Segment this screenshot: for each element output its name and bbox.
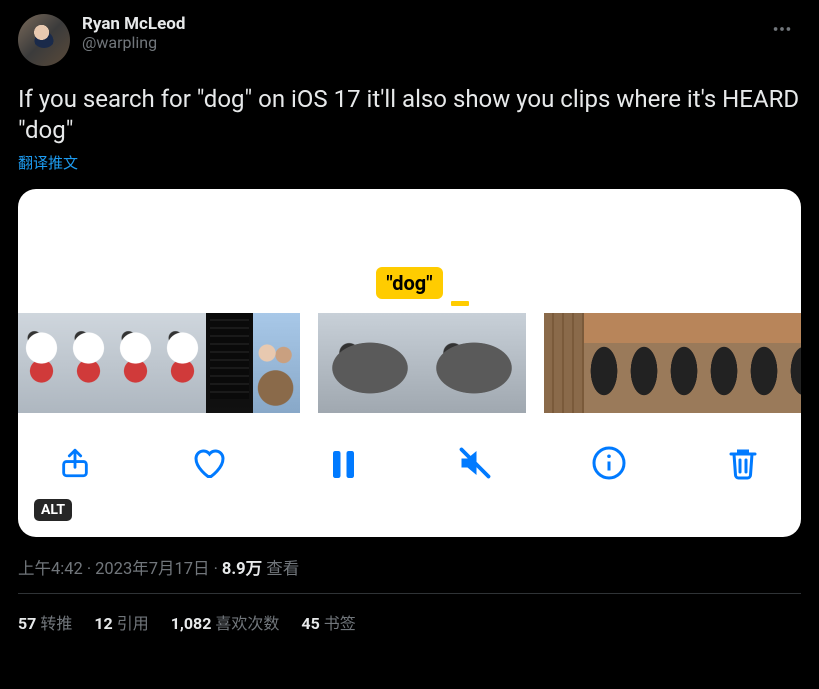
thumbnail	[624, 313, 664, 413]
handle: @warpling	[82, 33, 763, 52]
likes-stat[interactable]: 1,082喜欢次数	[171, 610, 280, 634]
playhead-marker	[451, 301, 469, 306]
thumbnail	[744, 313, 784, 413]
tweet-container: Ryan McLeod @warpling If you search for …	[0, 0, 819, 594]
media-toolbar	[18, 413, 801, 513]
caption-tag: "dog"	[376, 267, 442, 299]
thumbnail	[159, 313, 206, 413]
thumbnail	[784, 313, 801, 413]
share-icon[interactable]	[58, 446, 92, 480]
thumbnail	[65, 313, 112, 413]
stats-row: 57转推 12引用 1,082喜欢次数 45书签	[0, 594, 819, 634]
timeline-strip[interactable]	[18, 313, 801, 413]
thumbnail	[422, 313, 526, 413]
thumbnail	[18, 313, 65, 413]
quotes-stat[interactable]: 12引用	[94, 610, 148, 634]
timestamp-date[interactable]: 2023年7月17日	[95, 560, 209, 579]
alt-badge[interactable]: ALT	[34, 499, 72, 521]
clip-group-2[interactable]	[318, 313, 526, 413]
tweet-header: Ryan McLeod @warpling	[18, 14, 801, 66]
caption-tag-row: "dog"	[18, 267, 801, 299]
tweet-text: If you search for "dog" on iOS 17 it'll …	[18, 84, 801, 146]
thumbnail	[253, 313, 300, 413]
heart-icon[interactable]	[190, 445, 226, 481]
bookmarks-stat[interactable]: 45书签	[301, 610, 355, 634]
author-block[interactable]: Ryan McLeod @warpling	[82, 14, 763, 52]
timestamp-time[interactable]: 上午4:42	[18, 560, 83, 579]
avatar[interactable]	[18, 14, 70, 66]
thumbnail	[704, 313, 744, 413]
display-name: Ryan McLeod	[82, 14, 763, 34]
clip-group-3[interactable]	[544, 313, 801, 413]
thumbnail	[544, 313, 584, 413]
more-icon[interactable]	[763, 14, 801, 49]
thumbnail	[664, 313, 704, 413]
meta-row: 上午4:42·2023年7月17日·8.9万 查看	[18, 555, 801, 594]
translate-link[interactable]: 翻译推文	[18, 152, 78, 173]
thumbnail	[584, 313, 624, 413]
info-icon[interactable]	[591, 445, 627, 481]
views-count[interactable]: 8.9万	[222, 560, 262, 579]
media-card[interactable]: "dog"	[18, 189, 801, 537]
retweets-stat[interactable]: 57转推	[18, 610, 72, 634]
trash-icon[interactable]	[725, 445, 761, 481]
mute-icon[interactable]	[457, 445, 493, 481]
thumbnail	[112, 313, 159, 413]
thumbnail	[206, 313, 253, 413]
views-label: 查看	[266, 560, 299, 579]
pause-icon[interactable]	[324, 445, 360, 481]
thumbnail	[318, 313, 422, 413]
clip-group-1[interactable]	[18, 313, 300, 413]
